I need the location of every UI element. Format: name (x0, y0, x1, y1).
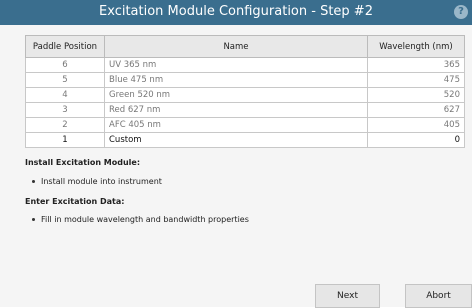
title-bar: Excitation Module Configuration - Step #… (0, 0, 472, 25)
abort-button[interactable]: Abort (405, 284, 472, 308)
cell-position: 1 (25, 132, 105, 148)
table-row[interactable]: 6 UV 365 nm 365 (25, 57, 465, 73)
enter-bullet: Fill in module wavelength and bandwidth … (32, 215, 249, 224)
cell-name[interactable]: Green 520 nm (104, 87, 368, 103)
install-bullet-text: Install module into instrument (41, 177, 162, 186)
install-heading: Install Excitation Module: (25, 158, 141, 167)
table-header-row: Paddle Position Name Wavelength (nm) (25, 35, 465, 58)
cell-wavelength[interactable]: 405 (367, 117, 465, 133)
dialog-window: Excitation Module Configuration - Step #… (0, 0, 472, 308)
table-row[interactable]: 3 Red 627 nm 627 (25, 102, 465, 118)
dialog-title: Excitation Module Configuration - Step #… (99, 4, 373, 19)
bullet-icon (32, 218, 35, 221)
cell-wavelength[interactable]: 627 (367, 102, 465, 118)
enter-heading: Enter Excitation Data: (25, 197, 125, 206)
help-icon[interactable]: ? (454, 5, 468, 19)
header-wavelength[interactable]: Wavelength (nm) (367, 35, 465, 58)
next-button[interactable]: Next (315, 284, 380, 308)
cell-name[interactable]: AFC 405 nm (104, 117, 368, 133)
table-row[interactable]: 2 AFC 405 nm 405 (25, 117, 465, 133)
excitation-table: Paddle Position Name Wavelength (nm) 6 U… (25, 35, 465, 148)
cell-name[interactable]: UV 365 nm (104, 57, 368, 73)
cell-position: 6 (25, 57, 105, 73)
cell-position: 4 (25, 87, 105, 103)
header-paddle-position[interactable]: Paddle Position (25, 35, 105, 58)
cell-name[interactable]: Red 627 nm (104, 102, 368, 118)
table-row[interactable]: 5 Blue 475 nm 475 (25, 72, 465, 88)
cell-wavelength[interactable]: 475 (367, 72, 465, 88)
cell-wavelength[interactable]: 520 (367, 87, 465, 103)
header-name[interactable]: Name (104, 35, 368, 58)
cell-position: 5 (25, 72, 105, 88)
cell-wavelength[interactable]: 0 (367, 132, 465, 148)
cell-name[interactable]: Custom (104, 132, 368, 148)
enter-bullet-text: Fill in module wavelength and bandwidth … (41, 215, 249, 224)
table-row[interactable]: 4 Green 520 nm 520 (25, 87, 465, 103)
table-row[interactable]: 1 Custom 0 (25, 132, 465, 148)
install-bullet: Install module into instrument (32, 177, 162, 186)
cell-position: 3 (25, 102, 105, 118)
cell-wavelength[interactable]: 365 (367, 57, 465, 73)
cell-position: 2 (25, 117, 105, 133)
bullet-icon (32, 180, 35, 183)
cell-name[interactable]: Blue 475 nm (104, 72, 368, 88)
